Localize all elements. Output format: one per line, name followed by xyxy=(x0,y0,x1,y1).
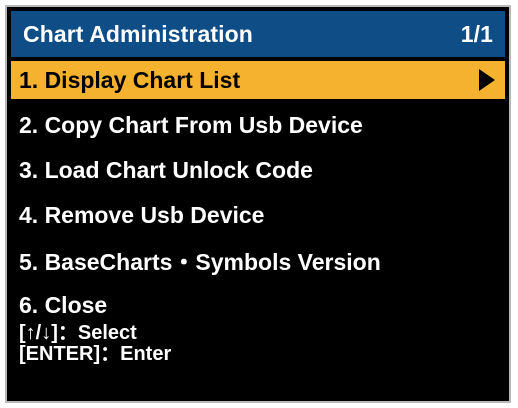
page-indicator: 1/1 xyxy=(460,20,493,47)
menu-item-display-chart-list[interactable]: 1. Display Chart List xyxy=(11,61,505,99)
menu-list: 1. Display Chart List 2. Copy Chart From… xyxy=(11,61,505,331)
menu-item-remove-usb-device[interactable]: 4. Remove Usb Device xyxy=(11,196,505,234)
right-triangle-icon xyxy=(479,69,495,91)
menu-item-label: 6. Close xyxy=(19,291,108,318)
menu-item-label: 1. Display Chart List xyxy=(19,66,241,93)
dialog-title: Chart Administration xyxy=(23,20,253,47)
menu-item-label: 5. BaseCharts・Symbols Version xyxy=(19,249,381,275)
menu-item-label: 4. Remove Usb Device xyxy=(19,201,265,228)
key-help: [↑/↓]：Select [ENTER]：Enter xyxy=(19,323,171,365)
menu-item-label: 2. Copy Chart From Usb Device xyxy=(19,111,363,138)
menu-item-close[interactable]: 6. Close xyxy=(11,286,505,324)
help-enter-line: [ENTER]：Enter xyxy=(19,343,172,365)
title-bar: Chart Administration 1/1 xyxy=(11,11,505,57)
chart-administration-dialog: Chart Administration 1/1 1. Display Char… xyxy=(5,5,511,403)
menu-item-basecharts-symbols-version[interactable]: 5. BaseCharts・Symbols Version xyxy=(11,241,505,279)
menu-item-label: 3. Load Chart Unlock Code xyxy=(19,156,313,183)
menu-item-load-chart-unlock-code[interactable]: 3. Load Chart Unlock Code xyxy=(11,151,505,189)
menu-item-copy-chart-from-usb[interactable]: 2. Copy Chart From Usb Device xyxy=(11,106,505,144)
help-select-line: [↑/↓]：Select xyxy=(19,322,137,344)
